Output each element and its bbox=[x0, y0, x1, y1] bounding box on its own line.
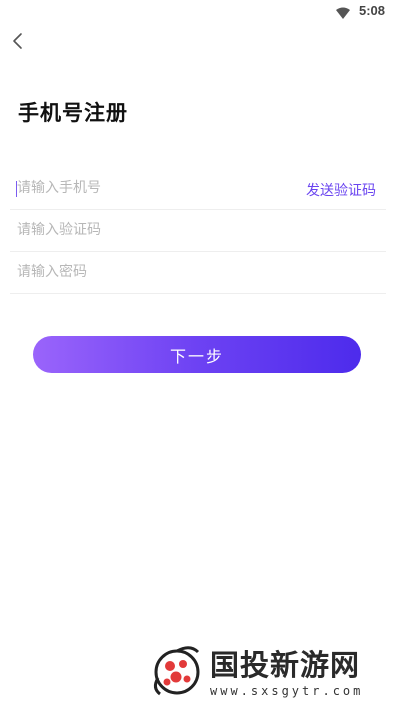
password-input[interactable] bbox=[17, 260, 287, 284]
phone-input[interactable] bbox=[17, 176, 287, 200]
wifi-icon bbox=[336, 4, 350, 23]
send-code-button[interactable]: 发送验证码 bbox=[306, 180, 376, 200]
next-button[interactable]: 下一步 bbox=[33, 336, 361, 373]
watermark: 国投新游网 www.sxsgytr.com bbox=[148, 642, 388, 702]
password-field-row bbox=[10, 252, 386, 294]
watermark-url: www.sxsgytr.com bbox=[210, 684, 364, 698]
status-bar: 5:08 bbox=[0, 0, 394, 22]
status-time: 5:08 bbox=[358, 3, 385, 18]
watermark-logo-icon bbox=[153, 646, 200, 696]
phone-field-row: 发送验证码 bbox=[10, 168, 386, 210]
code-field-row bbox=[10, 210, 386, 252]
back-button[interactable] bbox=[8, 30, 30, 52]
chevron-left-icon bbox=[13, 33, 22, 49]
page-title: 手机号注册 bbox=[18, 101, 128, 125]
verification-code-input[interactable] bbox=[17, 218, 287, 242]
watermark-title: 国投新游网 bbox=[210, 648, 361, 682]
